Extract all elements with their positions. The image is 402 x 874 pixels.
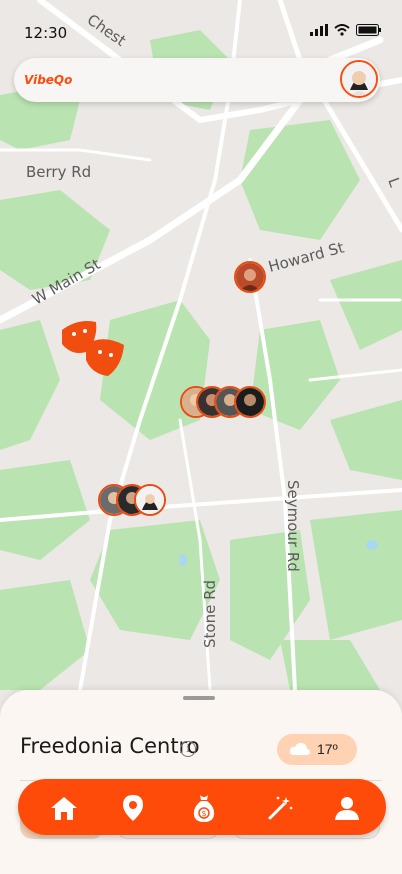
sheet-drag-handle[interactable] bbox=[183, 696, 215, 700]
svg-text:$: $ bbox=[201, 809, 206, 818]
street-label-stone: Stone Rd bbox=[201, 580, 219, 648]
top-app-bar: VibeQo bbox=[14, 58, 380, 102]
info-icon[interactable]: i bbox=[180, 741, 196, 757]
weather-temp: 17º bbox=[317, 741, 338, 757]
status-bar: 12:30 bbox=[0, 0, 402, 50]
map-pin-icon[interactable] bbox=[118, 793, 148, 823]
street-label-berry: Berry Rd bbox=[26, 163, 91, 181]
app-logo[interactable]: VibeQo bbox=[24, 73, 72, 87]
single-user-marker[interactable] bbox=[234, 261, 266, 293]
home-icon[interactable] bbox=[49, 793, 79, 823]
cloud-icon bbox=[289, 742, 311, 755]
signal-icon bbox=[310, 24, 328, 36]
profile-icon[interactable] bbox=[332, 793, 362, 823]
battery-icon bbox=[356, 24, 381, 36]
location-name: Freedonia Centro bbox=[20, 734, 200, 758]
avatar-portrait bbox=[342, 62, 376, 96]
profile-avatar[interactable] bbox=[340, 60, 378, 98]
status-time: 12:30 bbox=[24, 24, 68, 42]
street-label-seymour: Seymour Rd bbox=[284, 480, 302, 572]
weather-badge[interactable]: 17º bbox=[277, 734, 357, 765]
wifi-icon bbox=[334, 24, 350, 36]
bottom-nav: $ bbox=[18, 779, 386, 835]
magic-wand-icon[interactable] bbox=[265, 793, 295, 823]
money-bag-icon[interactable]: $ bbox=[189, 793, 219, 823]
